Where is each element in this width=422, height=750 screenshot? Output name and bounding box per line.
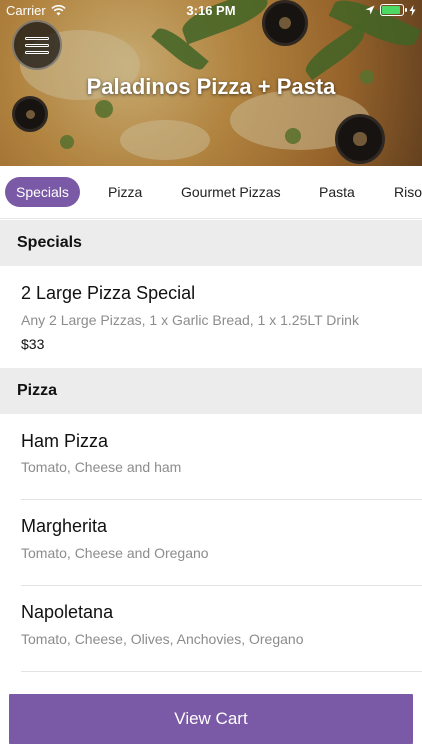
section-header-specials: Specials [0,220,422,266]
item-name: Margherita [21,516,108,536]
restaurant-title: Paladinos Pizza + Pasta [86,74,336,99]
menu-item[interactable]: Napoletana Tomato, Cheese, Olives, Ancho… [0,586,422,671]
item-name: Napoletana [21,602,114,622]
menu-item[interactable]: Margherita Tomato, Cheese and Oregano [0,500,422,585]
hamburger-line-icon [25,36,49,40]
tab-pasta[interactable]: Pasta [308,177,366,207]
menu-item[interactable]: Ham Pizza Tomato, Cheese and ham [0,414,422,500]
location-arrow-icon [365,5,375,15]
section-header-pizza: Pizza [0,368,422,414]
item-name: Ham Pizza [21,431,109,451]
item-price: $33 [21,336,45,352]
item-name: 2 Large Pizza Special [21,283,196,303]
charging-bolt-icon [409,4,416,16]
item-description: Any 2 Large Pizzas, 1 x Garlic Bread, 1 … [21,312,359,328]
hamburger-line-icon [25,50,49,54]
tab-pizza[interactable]: Pizza [97,177,153,207]
tab-risotto[interactable]: Riso [383,177,422,207]
view-cart-button[interactable]: View Cart [9,694,413,744]
status-time: 3:16 PM [186,3,236,18]
menu-item[interactable]: 2 Large Pizza Special Any 2 Large Pizzas… [0,266,422,368]
tab-gourmet-pizzas[interactable]: Gourmet Pizzas [170,177,292,207]
item-description: Tomato, Cheese and Oregano [21,545,209,561]
status-right [365,4,416,16]
status-bar: Carrier 3:16 PM [0,0,422,22]
battery-icon [380,4,407,16]
menu-button[interactable] [12,20,62,70]
hamburger-line-icon [25,43,49,47]
item-description: Tomato, Cheese, Olives, Anchovies, Orega… [21,631,304,647]
item-description: Tomato, Cheese and ham [21,459,182,475]
category-tabs: Specials Pizza Gourmet Pizzas Pasta Riso [0,166,422,219]
divider [21,671,422,672]
tab-specials[interactable]: Specials [5,177,80,207]
